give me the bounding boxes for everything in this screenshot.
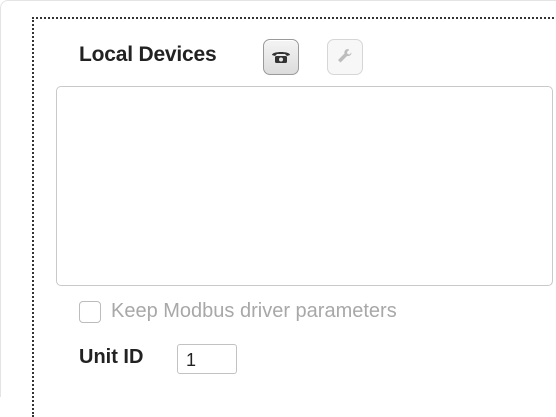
wrench-icon	[338, 49, 352, 63]
panel-frame: Local Devices Keep Modbus driver paramet…	[0, 0, 556, 417]
keep-modbus-label: Keep Modbus driver parameters	[111, 300, 397, 322]
keep-modbus-option[interactable]: Keep Modbus driver parameters	[79, 300, 397, 323]
unit-id-input[interactable]	[177, 344, 237, 374]
local-devices-list[interactable]	[56, 86, 553, 286]
unit-id-label: Unit ID	[79, 346, 144, 368]
phone-icon	[272, 52, 290, 63]
phone-button[interactable]	[263, 39, 299, 75]
keep-modbus-checkbox[interactable]	[79, 300, 101, 323]
wrench-button[interactable]	[327, 39, 363, 75]
local-devices-title: Local Devices	[79, 43, 217, 66]
